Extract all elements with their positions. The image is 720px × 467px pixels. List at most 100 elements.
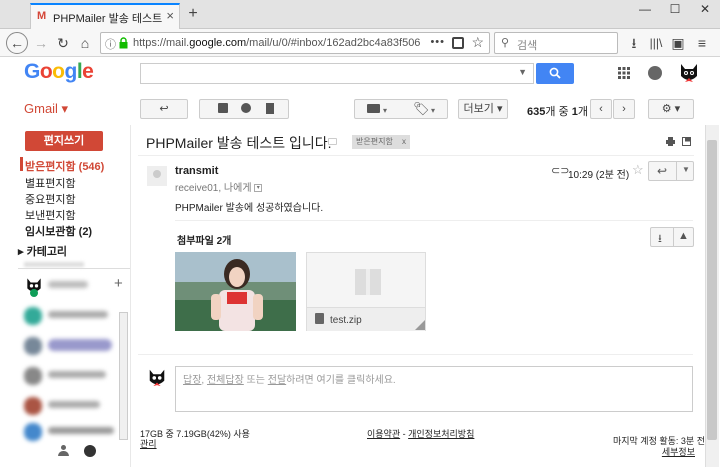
minimize-icon[interactable]: — <box>630 0 660 20</box>
home-icon[interactable]: ⌂ <box>75 33 95 53</box>
compose-button[interactable]: 편지쓰기 <box>25 131 103 151</box>
search-options-icon[interactable]: ▼ <box>518 67 527 77</box>
sidebar-item-inbox[interactable]: 받은편지함 (546) <box>25 158 104 174</box>
sidebar-item-starred[interactable]: 별표편지함 <box>25 175 76 191</box>
gmail-app-menu[interactable]: Gmail ▾ <box>24 101 68 117</box>
star-icon[interactable]: ☆ <box>632 162 644 178</box>
show-details-icon[interactable]: ▾ <box>254 184 263 193</box>
download-icon[interactable]: ⭳ <box>624 33 644 53</box>
sidebar-item-important[interactable]: 중요편지함 <box>25 191 76 207</box>
gear-icon: ⚙ ▾ <box>661 103 681 115</box>
info-icon[interactable]: ⓘ <box>105 36 116 52</box>
terms-link[interactable]: 이용약관 <box>367 429 400 439</box>
tab-close-icon[interactable]: × <box>166 8 174 23</box>
attachments-divider <box>175 220 693 221</box>
print-icon[interactable] <box>666 137 675 146</box>
mail-search-input[interactable]: ▼ <box>140 63 534 84</box>
folder-move-icon[interactable] <box>367 104 380 113</box>
forward-icon[interactable]: → <box>31 33 51 53</box>
message-time: 10:29 (2분 전) <box>568 170 630 181</box>
arrow-back-icon: ↩ <box>159 103 169 115</box>
menu-icon[interactable]: ≡ <box>692 33 712 53</box>
maximize-icon[interactable]: ☐ <box>660 0 690 20</box>
person-icon[interactable] <box>58 445 69 457</box>
url-text: https://mail.google.com/mail/u/0/#inbox/… <box>133 37 421 49</box>
manage-storage-link[interactable]: 관리 <box>140 437 157 450</box>
sidebar-item-sent[interactable]: 보낸편지함 <box>25 207 76 223</box>
attachments-actions: ⭳ ▲ <box>650 227 694 247</box>
logo-letter: g <box>64 60 78 83</box>
sidebar-item-more[interactable] <box>24 262 84 267</box>
chevron-right-icon: › <box>622 103 626 115</box>
drive-icon[interactable]: ▲ <box>678 230 689 242</box>
contact-avatar <box>24 307 42 325</box>
browser-tab[interactable]: M PHPMailer 발송 테스트 입니다 × <box>30 3 180 29</box>
apps-grid-icon[interactable] <box>617 66 631 80</box>
importance-marker-icon[interactable] <box>328 138 337 145</box>
sender-avatar <box>147 166 167 186</box>
sidebar-item-drafts[interactable]: 임시보관함 (2) <box>25 223 92 239</box>
forward-link[interactable]: 전달 <box>268 375 286 386</box>
contact-item[interactable] <box>24 395 116 417</box>
sender-name[interactable]: transmit <box>175 165 218 177</box>
new-tab-icon[interactable]: + <box>184 5 202 23</box>
sidebar-item-categories[interactable]: ▸ 카테고리 <box>18 243 67 259</box>
back-to-inbox-button[interactable]: ↩ <box>140 99 188 119</box>
tab-title: PHPMailer 발송 테스트 입니다 <box>53 13 163 25</box>
remove-label-icon[interactable]: x <box>402 135 406 149</box>
reply-icon[interactable]: ↩ <box>657 164 667 178</box>
url-bar[interactable]: ⓘ https://mail.google.com/mail/u/0/#inbo… <box>100 32 490 54</box>
browser-search-box[interactable]: ⚲ 검색 <box>494 32 618 54</box>
library-icon[interactable]: |||\ <box>646 33 666 53</box>
more-button[interactable]: 더보기 ▾ <box>458 99 508 119</box>
hangouts-username <box>48 281 88 288</box>
delete-icon[interactable] <box>266 103 274 114</box>
contact-name <box>48 339 112 351</box>
reload-icon[interactable]: ↻ <box>53 33 73 53</box>
contact-item[interactable] <box>24 365 116 387</box>
logo-letter: o <box>52 60 65 83</box>
sidebar-divider <box>18 268 130 269</box>
account-circle-icon[interactable] <box>648 66 662 80</box>
archive-file-icon <box>315 313 324 324</box>
image-attachment-thumbnail[interactable] <box>175 252 296 331</box>
newer-button[interactable]: ‹ <box>590 99 612 119</box>
label-tag-icon[interactable]: 🏷︎ <box>413 100 430 118</box>
bookmark-star-icon[interactable]: ☆ <box>471 34 484 51</box>
download-all-icon[interactable]: ⭳ <box>658 230 662 249</box>
zip-attachment-card[interactable] <box>306 252 426 331</box>
contact-name <box>48 371 106 378</box>
back-icon[interactable]: ← <box>6 32 28 54</box>
archive-icon[interactable] <box>218 103 228 113</box>
report-spam-icon[interactable] <box>241 103 251 113</box>
page-actions-icon[interactable]: ••• <box>430 36 445 48</box>
attachment-clip-icon: ⊂⊃ <box>551 165 570 177</box>
window-close-icon[interactable]: ✕ <box>690 0 720 20</box>
pocket-icon[interactable] <box>452 37 464 49</box>
older-button[interactable]: › <box>613 99 635 119</box>
contact-avatar <box>24 423 42 441</box>
contact-avatar <box>24 367 42 385</box>
add-contact-icon[interactable]: + <box>114 275 123 292</box>
reply-all-link[interactable]: 전체답장 <box>207 375 244 386</box>
archive-spam-delete-group <box>199 99 289 119</box>
sidebar-toggle-icon[interactable]: ▣ <box>668 33 688 53</box>
zip-file-name[interactable]: test.zip <box>330 315 362 326</box>
hangouts-chat-icon[interactable] <box>84 445 96 457</box>
contact-item[interactable] <box>24 421 116 443</box>
main-scrollbar-thumb[interactable] <box>707 140 717 440</box>
settings-button[interactable]: ⚙ ▾ <box>648 99 694 119</box>
sidebar-scrollbar[interactable] <box>119 312 128 440</box>
more-actions-icon[interactable]: ▼ <box>682 165 690 174</box>
mail-search-button[interactable] <box>536 63 574 84</box>
browser-tab-bar: M PHPMailer 발송 테스트 입니다 × + — ☐ ✕ <box>0 0 720 29</box>
new-window-icon[interactable] <box>682 137 691 146</box>
reply-link[interactable]: 답장 <box>183 375 201 386</box>
contact-item[interactable] <box>24 335 116 357</box>
header-divider <box>138 155 694 156</box>
details-link[interactable]: 세부정보 <box>655 445 695 458</box>
privacy-link[interactable]: 개인정보처리방침 <box>408 429 474 439</box>
cat-avatar-icon[interactable] <box>678 60 700 84</box>
message-count: 635개 중 1개 <box>527 106 588 118</box>
contact-item[interactable] <box>24 305 116 327</box>
